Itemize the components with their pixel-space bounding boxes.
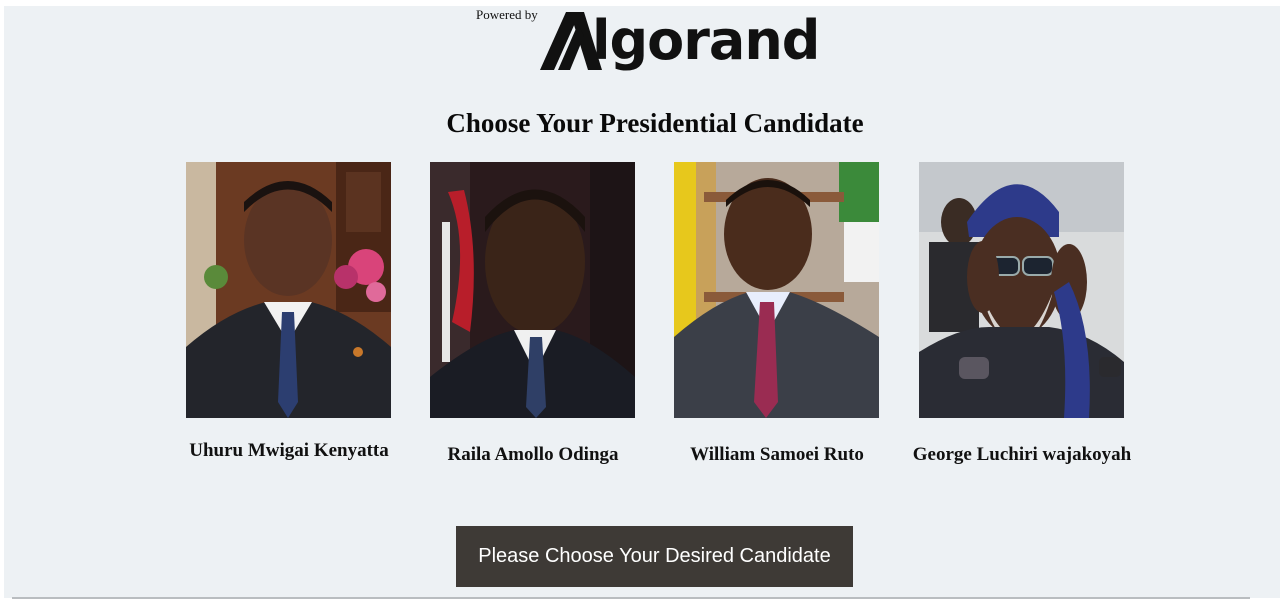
bottom-divider: [12, 597, 1250, 599]
algorand-logo: lgorand: [540, 4, 840, 88]
candidate-name: Uhuru Mwigai Kenyatta: [189, 440, 389, 461]
choose-candidate-button[interactable]: Please Choose Your Desired Candidate: [456, 526, 853, 587]
candidate-card[interactable]: William Samoei Ruto: [674, 162, 880, 465]
candidate-name: William Samoei Ruto: [690, 444, 864, 465]
page-title: Choose Your Presidential Candidate: [446, 108, 864, 138]
candidate-name: Raila Amollo Odinga: [447, 444, 619, 465]
brand-wordmark: lgorand: [592, 9, 820, 72]
candidate-name: George Luchiri wajakoyah: [912, 444, 1132, 465]
candidate-photo[interactable]: [674, 162, 879, 418]
candidate-card[interactable]: Uhuru Mwigai Kenyatta: [186, 162, 392, 461]
candidate-card[interactable]: Raila Amollo Odinga: [430, 162, 636, 465]
powered-by-label: Powered by: [476, 7, 538, 22]
candidate-photo[interactable]: [186, 162, 391, 418]
candidate-photo[interactable]: [919, 162, 1124, 418]
candidate-card[interactable]: George Luchiri wajakoyah: [913, 162, 1131, 465]
candidate-photo[interactable]: [430, 162, 635, 418]
